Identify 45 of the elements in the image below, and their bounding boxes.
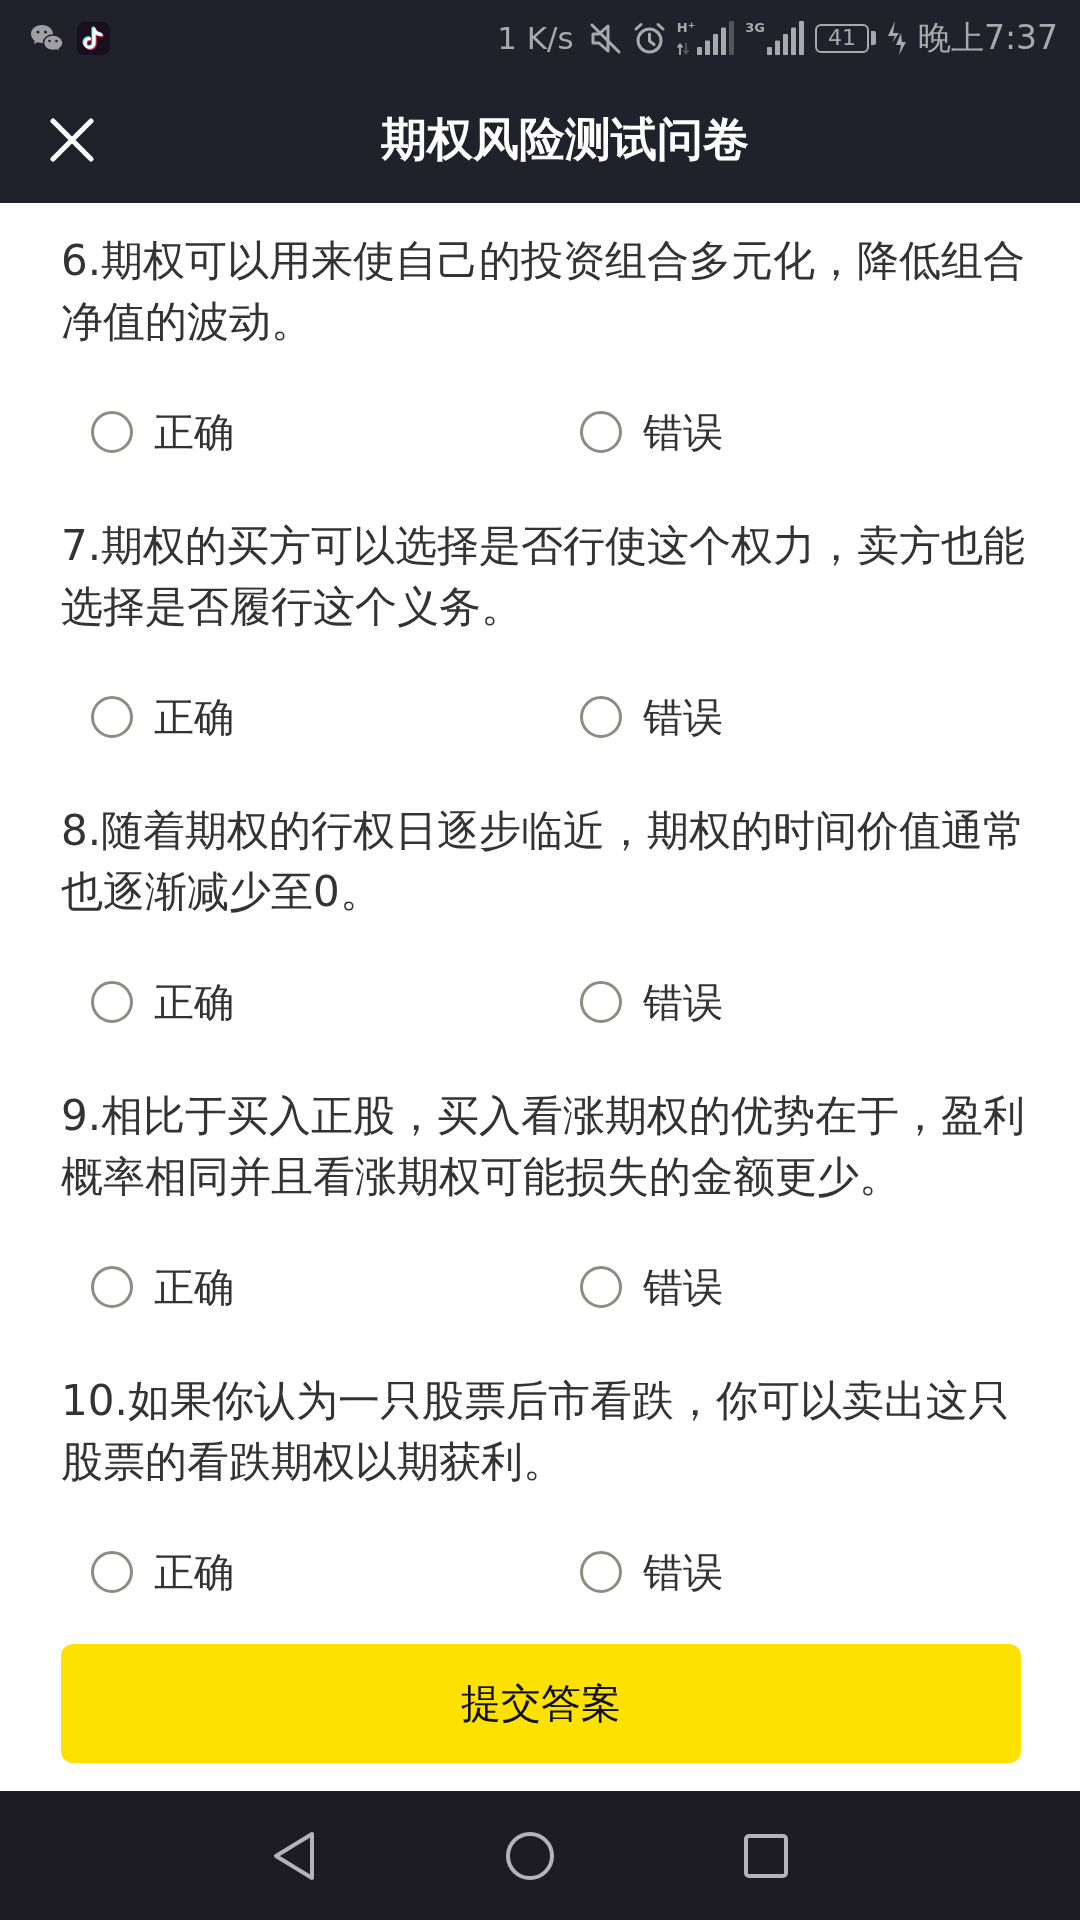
question-text: 7.期权的买方可以选择是否行使这个权力，卖方也能选择是否履行这个义务。 <box>61 520 1027 633</box>
signal-icon <box>697 21 735 55</box>
home-icon[interactable] <box>506 1831 554 1880</box>
radio-option[interactable]: 错误 <box>580 689 723 745</box>
close-icon <box>50 117 94 162</box>
lightning-bolt-icon <box>886 21 907 55</box>
radio-option[interactable]: 错误 <box>580 1259 723 1315</box>
radio-option[interactable]: 错误 <box>580 1544 723 1600</box>
radio-icon[interactable] <box>580 696 622 738</box>
radio-icon[interactable] <box>91 1266 133 1308</box>
question-text: 9.相比于买入正股，买入看涨期权的优势在于，盈利概率相同并且看涨期权可能损失的金额更少。 <box>61 1090 1027 1203</box>
chat-bubbles-icon <box>30 23 64 53</box>
back-icon[interactable] <box>273 1830 315 1881</box>
question-text: 8.随着期权的行权日逐步临近，期权的时间价值通常也逐渐减少至0。 <box>61 805 1027 918</box>
close-button[interactable] <box>50 117 94 162</box>
clock-time: 晚上7:37 <box>917 16 1058 59</box>
signal-icon <box>766 21 804 55</box>
radio-option[interactable]: 错误 <box>580 974 723 1030</box>
alarm-clock-icon <box>632 21 666 55</box>
radio-option[interactable]: 正确 <box>91 404 234 460</box>
radio-option[interactable]: 正确 <box>91 974 234 1030</box>
radio-icon[interactable] <box>580 411 622 453</box>
radio-icon[interactable] <box>91 696 133 738</box>
page-title: 期权风险测试问卷 <box>381 110 749 168</box>
radio-icon[interactable] <box>580 981 622 1023</box>
radio-icon[interactable] <box>580 1551 622 1593</box>
radio-option[interactable]: 正确 <box>91 1544 234 1600</box>
radio-icon[interactable] <box>91 1551 133 1593</box>
radio-icon[interactable] <box>91 411 133 453</box>
music-note-app-icon <box>77 21 110 55</box>
radio-option[interactable]: 正确 <box>91 689 234 745</box>
data-arrows-icon <box>676 43 689 55</box>
question-text: 6.期权可以用来使自己的投资组合多元化，降低组合净值的波动。 <box>61 235 1027 348</box>
radio-icon[interactable] <box>91 981 133 1023</box>
network-speed: 1 K/s <box>497 20 574 56</box>
radio-option[interactable]: 错误 <box>580 404 723 460</box>
radio-icon[interactable] <box>580 1266 622 1308</box>
battery-indicator: 41 <box>814 23 876 53</box>
mute-icon <box>588 21 622 55</box>
network-type: 3G <box>745 21 765 34</box>
question-text: 10.如果你认为一只股票后市看跌，你可以卖出这只股票的看跌期权以期获利。 <box>61 1375 1011 1488</box>
radio-option[interactable]: 正确 <box>91 1259 234 1315</box>
network-type: H$^{+}$ <box>676 21 696 34</box>
submit-button[interactable]: 提交答案 <box>61 1644 1021 1763</box>
recent-apps-icon[interactable] <box>744 1833 788 1878</box>
